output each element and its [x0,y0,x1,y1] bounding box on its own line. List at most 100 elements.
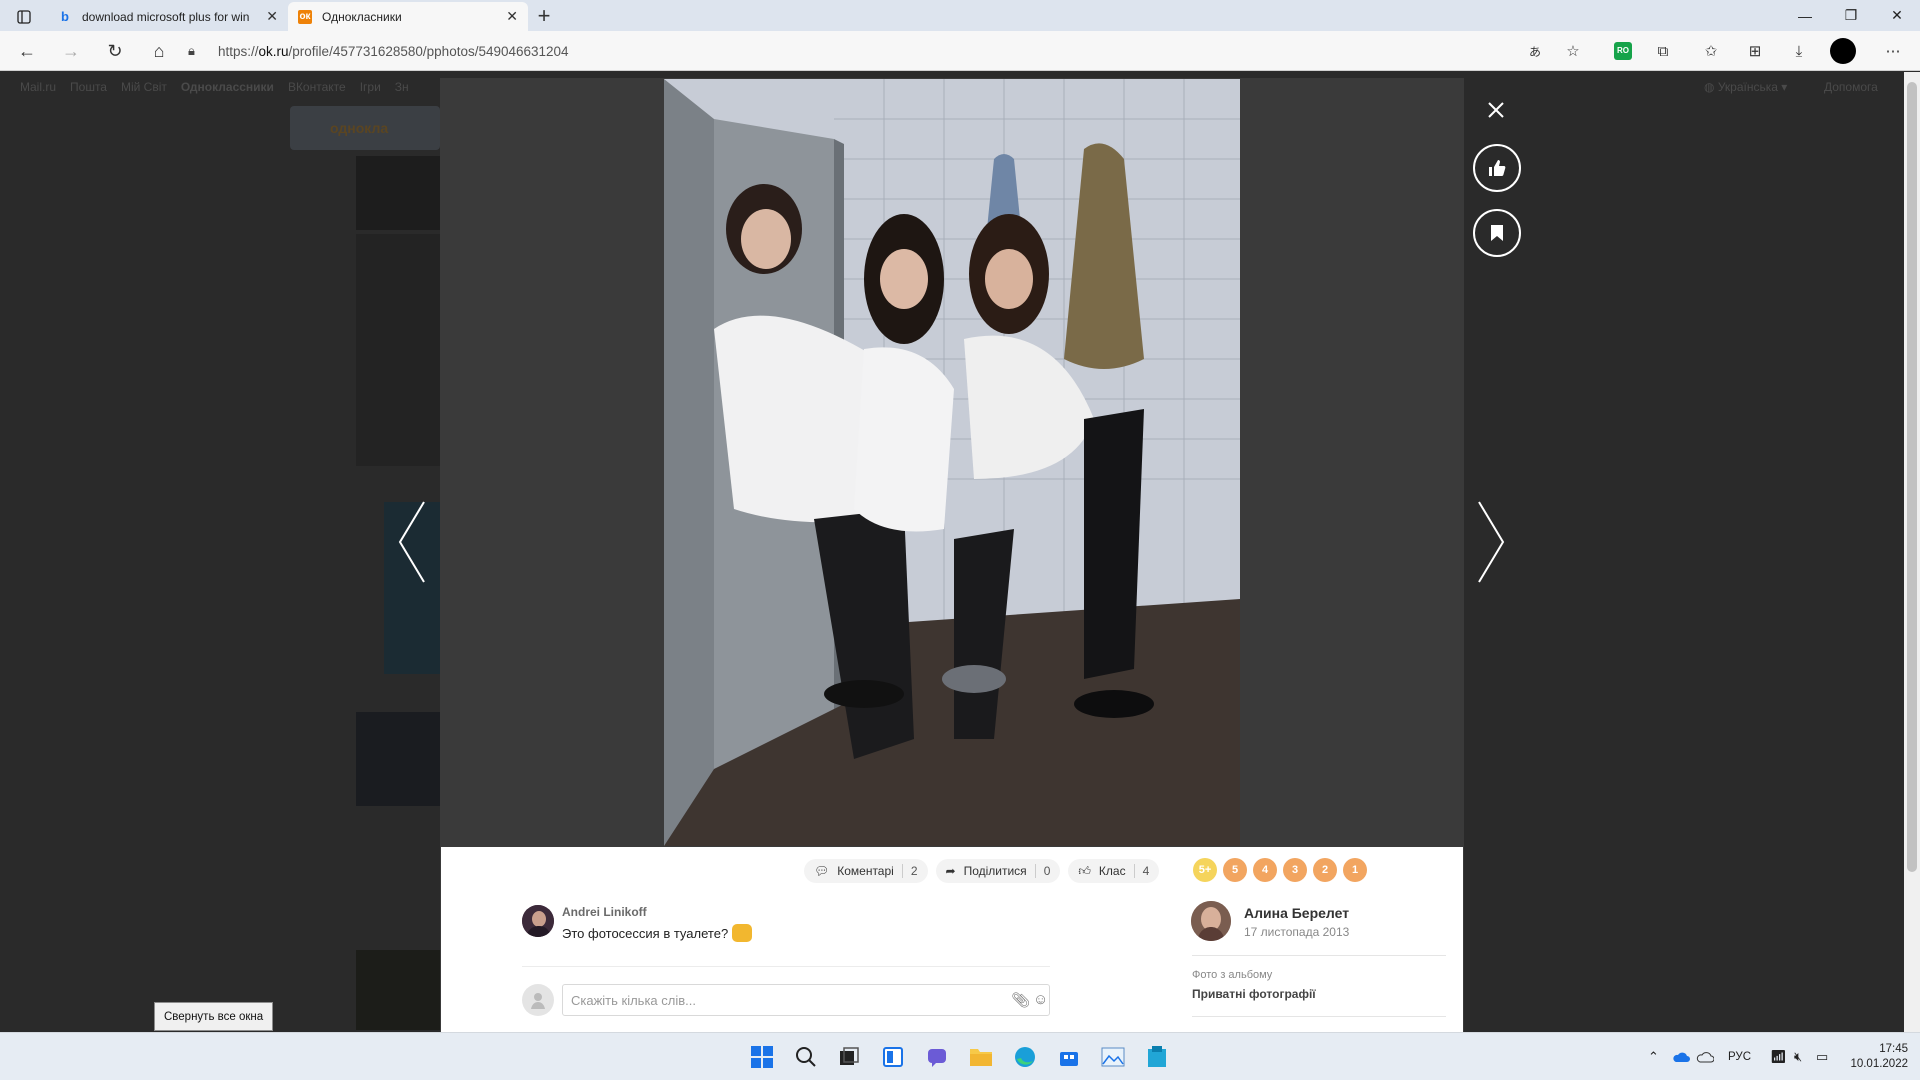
owner-name[interactable]: Алина Берелет [1244,905,1349,921]
forward-button[interactable]: → [58,39,84,63]
settings-menu-icon[interactable]: ⋯ [1880,39,1906,63]
portal-link[interactable]: Пошта [70,80,107,94]
comment-input[interactable]: Скажіть кілька слів... 📎︎ ☺ [562,984,1050,1016]
wifi-icon[interactable]: 📶︎ [1770,1033,1787,1080]
url-field[interactable]: 🔒︎ https://ok.ru/profile/457731628580/pp… [188,37,1588,65]
store-icon [1060,1052,1078,1066]
tray-overflow-icon[interactable]: ⌃ [1648,1033,1659,1080]
clock[interactable]: 17:45 10.01.2022 [1838,1042,1908,1072]
portal-link[interactable]: Ігри [360,80,381,94]
task-view-button[interactable] [835,1043,863,1071]
minimize-button[interactable]: — [1782,0,1828,31]
divider [1192,1016,1446,1017]
comment-icon: 💬︎ [814,864,830,878]
downloads-icon[interactable]: ⤓ [1786,39,1812,63]
previous-photo-arrow[interactable] [397,500,427,584]
tab-bar: b download microsoft plus for win ✕ ок О… [0,0,1920,31]
like-button[interactable] [1473,144,1521,192]
smiley-sticker-icon [732,924,753,942]
tab-actions-icon [17,10,31,24]
translate-icon[interactable]: あ [1522,39,1548,63]
share-button[interactable]: ➦ Поділитися 0 [935,859,1061,883]
language-label: Українська [1717,80,1778,94]
grade-4[interactable]: 4 [1253,858,1277,882]
favorites-icon[interactable]: ✩ [1698,39,1724,63]
next-photo-arrow[interactable] [1476,500,1506,584]
restore-button[interactable]: ❐ [1828,0,1874,31]
edge-button[interactable] [1011,1043,1039,1071]
portal-nav: Mail.ru Пошта Мій Світ Одноклассники ВКо… [20,80,409,94]
ok-logo[interactable]: однокла [290,106,440,150]
profile-avatar[interactable] [1830,38,1856,64]
tab-title: download microsoft plus for win [82,9,250,24]
divider [1133,864,1135,878]
owner-avatar[interactable] [1191,901,1231,941]
volume-muted-icon[interactable]: 🔇︎ [1794,1033,1802,1080]
back-button[interactable]: ← [14,39,40,63]
current-user-avatar [522,984,554,1016]
close-viewer-button[interactable] [1484,98,1508,122]
language-selector[interactable]: ◍ Українська ▾ [1704,80,1787,94]
tab-bing[interactable]: b download microsoft plus for win ✕ [48,2,288,31]
comments-button[interactable]: 💬︎ Коментарі 2 [804,859,928,883]
bookmark-icon [1491,225,1503,241]
chevron-left-icon [398,501,425,583]
attach-icon[interactable]: 📎︎ [1011,991,1030,1009]
input-language[interactable]: РУС [1728,1033,1751,1080]
page-scrollbar[interactable] [1904,72,1920,1032]
comment-author[interactable]: Andrei Linikoff [562,905,647,919]
add-favorite-icon[interactable]: ☆ [1560,39,1586,63]
onedrive-icon[interactable] [1672,1033,1690,1080]
widgets-button[interactable] [879,1043,907,1071]
close-window-button[interactable]: ✕ [1874,0,1920,31]
commenter-avatar[interactable] [522,905,554,937]
help-link[interactable]: Допомога [1824,80,1878,94]
folder-icon [970,1049,992,1066]
windows-logo-icon [751,1046,773,1068]
portal-link[interactable]: Одноклассники [181,80,274,94]
comment-input-placeholder: Скажіть кілька слів... [571,992,696,1008]
grade-5-plus[interactable]: 5+ [1193,858,1217,882]
grade-5[interactable]: 5 [1223,858,1247,882]
extension-ro-icon[interactable]: RO [1610,39,1636,63]
extensions-icon[interactable]: ⧉ [1650,39,1676,63]
chevron-right-icon [1478,501,1505,583]
bookmark-button[interactable] [1473,209,1521,257]
app-button[interactable] [1143,1043,1171,1071]
search-button[interactable] [792,1043,820,1071]
commenter-avatar-image [522,905,554,937]
file-explorer-button[interactable] [967,1043,995,1071]
close-tab-icon[interactable]: ✕ [266,8,278,25]
portal-link[interactable]: Зн [395,80,409,94]
portal-link[interactable]: ВКонтакте [288,80,346,94]
scrollbar-thumb[interactable] [1907,82,1917,872]
bing-icon: b [61,9,69,24]
grade-2[interactable]: 2 [1313,858,1337,882]
reload-button[interactable]: ↻ [102,39,128,63]
store-button[interactable] [1055,1043,1083,1071]
close-tab-icon[interactable]: ✕ [506,8,518,25]
tab-actions-button[interactable] [10,7,38,27]
grade-3[interactable]: 3 [1283,858,1307,882]
user-placeholder-icon [531,993,545,1009]
grade-1[interactable]: 1 [1343,858,1367,882]
photos-button[interactable] [1099,1043,1127,1071]
url-path: /profile/457731628580/pphotos/5490466312… [288,43,569,59]
cloud-icon [1673,1052,1690,1062]
home-button[interactable]: ⌂ [146,39,172,63]
main-photo[interactable] [664,79,1240,846]
album-name-link[interactable]: Приватні фотографії [1192,987,1316,1001]
portal-link[interactable]: Мій Світ [121,80,167,94]
chat-button[interactable] [923,1043,951,1071]
onedrive-personal-icon[interactable] [1696,1033,1714,1080]
smile-icon[interactable]: ☺ [1033,991,1048,1008]
class-label: Клас [1098,864,1126,878]
battery-icon[interactable]: ▭ [1816,1033,1828,1080]
tab-odnoklassniki[interactable]: ок Однокласники ✕ [288,2,528,31]
portal-link[interactable]: Mail.ru [20,80,56,94]
start-button[interactable] [748,1043,776,1071]
class-button[interactable]: 👍︎ Клас 4 [1068,859,1160,883]
clock-date: 10.01.2022 [1850,1058,1908,1070]
new-tab-button[interactable]: + [532,3,556,28]
collections-icon[interactable]: ⊞ [1742,39,1768,63]
